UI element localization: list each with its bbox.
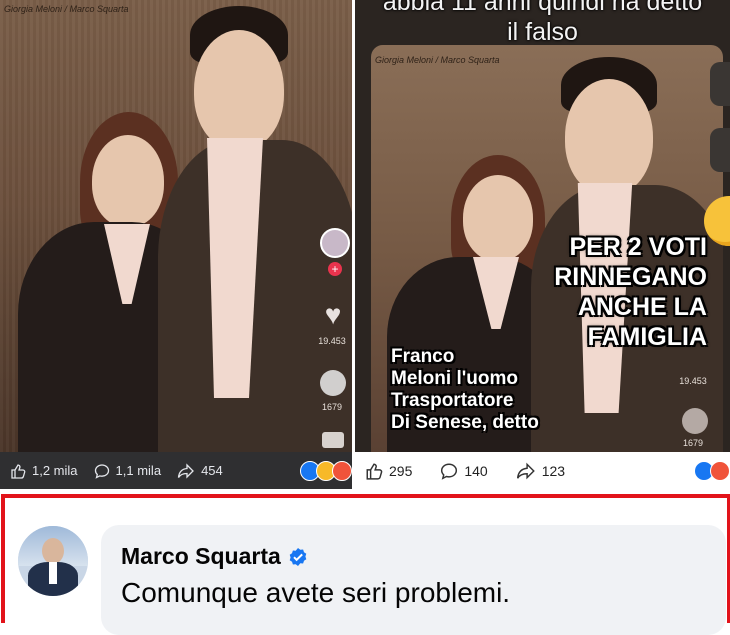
embedded-photo-credit: Giorgia Meloni / Marco Squarta [375, 55, 500, 65]
overlay-small-line: Trasportatore [391, 390, 514, 411]
heart-icon[interactable]: ♥ [318, 301, 348, 329]
comment-count: 140 [464, 462, 488, 479]
left-post-image[interactable]: Giorgia Meloni / Marco Squarta + ♥ 19.45… [0, 0, 352, 452]
commenter-avatar[interactable] [18, 526, 88, 596]
side-control[interactable] [710, 62, 730, 106]
man-face [565, 79, 653, 195]
woman-face [92, 135, 164, 227]
comment-count: 1,1 mila [115, 463, 162, 478]
side-share-icon[interactable] [322, 432, 344, 448]
side-comment-count: 1679 [682, 438, 704, 448]
photo-credit: Giorgia Meloni / Marco Squarta [4, 4, 129, 14]
right-post-image[interactable]: abbia 11 anni quindi ha detto il falso G… [355, 0, 730, 452]
side-comment-icon[interactable] [682, 408, 708, 434]
avatar-shirt [49, 562, 57, 584]
side-control[interactable] [710, 128, 730, 172]
side-like-count: 19.453 [679, 376, 707, 386]
overlay-line: PER 2 VOTI [569, 233, 707, 261]
share-count: 454 [201, 463, 223, 478]
side-comment-icon[interactable] [320, 370, 346, 396]
comment-text: Comunque avete seri problemi. [121, 577, 511, 608]
verified-badge-icon [289, 547, 307, 566]
right-post-action-bar: 295 140 123 [355, 452, 730, 489]
caption-line-2: il falso [507, 18, 578, 46]
comment-icon [441, 463, 458, 480]
reaction-icons[interactable] [300, 461, 352, 481]
comment-author[interactable]: Marco Squarta [121, 543, 281, 570]
like-button[interactable]: 295 [365, 462, 412, 480]
comment-icon [94, 463, 109, 479]
like-count: 1,2 mila [32, 463, 78, 478]
overlay-small-line: Di Senese, detto [391, 412, 539, 433]
reaction-icons[interactable] [694, 461, 730, 481]
comment-author-row: Marco Squarta [121, 543, 308, 570]
like-button[interactable]: 1,2 mila [10, 463, 78, 479]
angry-reaction-icon [710, 461, 730, 481]
comment-button[interactable]: 140 [440, 462, 488, 480]
like-count: 295 [389, 462, 413, 479]
like-icon [366, 463, 383, 480]
share-button[interactable]: 123 [516, 462, 565, 480]
share-icon [177, 462, 194, 479]
share-count: 123 [541, 462, 566, 479]
overlay-small-line: Meloni l'uomo [391, 368, 518, 389]
avatar-face [42, 538, 64, 564]
overlay-subtext: Franco Meloni l'uomo Trasportatore Di Se… [391, 346, 591, 434]
side-comment-count: 1679 [321, 402, 343, 412]
overlay-line: ANCHE LA [577, 293, 707, 321]
share-icon [516, 462, 535, 479]
comment-button[interactable]: 1,1 mila [94, 463, 162, 479]
like-icon [11, 463, 26, 479]
angry-reaction-icon [332, 461, 352, 481]
left-post-action-bar: 1,2 mila 1,1 mila 454 [0, 452, 352, 489]
follow-plus-icon[interactable]: + [328, 262, 342, 276]
profile-avatar-icon[interactable] [320, 228, 350, 258]
overlay-small-line: Franco [391, 346, 455, 367]
share-button[interactable]: 454 [177, 462, 223, 479]
caption-line-1: abbia 11 anni quindi ha detto [382, 0, 703, 16]
side-like-count: 19.453 [318, 336, 346, 346]
overlay-headline: PER 2 VOTI RINNEGANO ANCHE LA FAMIGLIA [505, 232, 707, 352]
overlay-line: RINNEGANO [554, 263, 707, 291]
man-face [194, 30, 284, 150]
